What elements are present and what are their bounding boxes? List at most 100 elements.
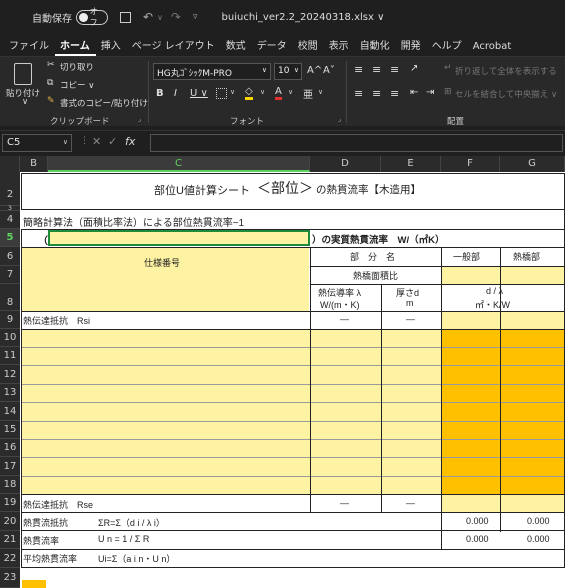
tab-insert[interactable]: 挿入 [96,37,127,56]
row-header[interactable]: 21 [0,531,20,549]
phonetic-icon[interactable]: 亜 [303,86,313,101]
phonetic-dropdown-icon[interactable]: ∨ [318,88,323,96]
merge-center-button[interactable]: セルを結合して中央揃え ∨ [455,88,557,100]
column-header-c[interactable]: C [48,156,310,172]
border-line [21,567,565,568]
fill-color-dropdown-icon[interactable]: ∨ [260,88,265,96]
formula-input[interactable] [150,134,563,152]
name-box[interactable]: C5 ∨ [2,134,72,152]
indent-icon[interactable]: ⇤ [410,87,418,98]
font-color-icon[interactable]: A [275,86,282,100]
file-name[interactable]: buiuchi_ver2.2_20240318.xlsx ∨ [222,12,385,23]
row-header[interactable]: 10 [0,329,20,347]
row-header[interactable]: 11 [0,347,20,365]
wrap-text-button[interactable]: 折り返して全体を表示する [455,65,557,77]
align-top-icon[interactable]: ≡ [354,63,363,76]
column-header-g[interactable]: G [500,156,565,172]
cell-c5[interactable] [48,230,310,246]
insert-function-icon[interactable]: fx [125,135,135,148]
clipboard-launcher-icon[interactable]: ⌟ [138,115,141,123]
row-header[interactable]: 6 [0,247,20,266]
shrink-font-button[interactable]: A˅ [323,65,335,76]
thermal-bridge-label: 熱橋部 [513,252,541,262]
save-icon[interactable] [120,11,131,23]
row-header[interactable]: 4 [0,211,20,229]
row-header[interactable]: 23 [0,568,20,588]
row-header[interactable]: 9 [0,311,20,329]
row-header[interactable]: 22 [0,549,20,568]
orientation-icon[interactable]: ↗ [410,63,418,74]
column-header-f[interactable]: F [441,156,500,172]
spec-number-label: 仕様番号 [144,258,181,268]
row-header[interactable]: 8 [0,284,20,311]
bold-button[interactable]: B [156,88,164,99]
column-header-b[interactable]: B [20,156,48,172]
tab-help[interactable]: ヘルプ [427,37,468,56]
align-right-icon[interactable]: ≡ [390,87,399,100]
enter-icon[interactable]: ✓ [108,135,117,148]
italic-button[interactable]: I [174,88,177,99]
undo-icon[interactable]: ↶ [143,10,153,24]
font-size-select[interactable]: 10 ∨ [274,63,302,80]
tab-data[interactable]: データ [252,37,293,56]
row-header[interactable]: 16 [0,439,20,457]
border-line [21,384,565,385]
outdent-icon[interactable]: ⇥ [426,87,434,98]
align-left-icon[interactable]: ≡ [354,87,363,100]
tab-home[interactable]: ホーム [55,37,96,56]
merge-center-icon[interactable]: ⊞ [444,87,452,97]
border-line [21,476,565,477]
more-options-icon: ⋮ [80,136,89,146]
underline-button[interactable]: U ∨ [190,88,208,99]
column-header-d[interactable]: D [310,156,381,172]
row-header[interactable]: 20 [0,512,20,531]
fill-color-icon[interactable]: ◇ [245,87,253,100]
sheet-title-part: ＜部位＞ [257,180,313,196]
select-all-corner[interactable] [0,156,20,172]
align-middle-icon[interactable]: ≡ [372,63,381,76]
tab-page-layout[interactable]: ページ レイアウト [127,37,221,56]
qat-customize-icon[interactable]: ▿ [193,12,198,22]
row-header[interactable]: 2 [0,172,20,206]
redo-icon[interactable]: ↷ [171,10,181,24]
tab-automate[interactable]: 自動化 [355,37,396,56]
orange-fill-dl [442,329,565,495]
tab-developer[interactable]: 開発 [396,37,427,56]
copy-button[interactable]: コピー ∨ [60,79,94,91]
align-center-icon[interactable]: ≡ [372,87,381,100]
font-color-dropdown-icon[interactable]: ∨ [288,88,293,96]
row-header[interactable]: 18 [0,476,20,494]
font-launcher-icon[interactable]: ⌟ [338,115,341,123]
grow-font-button[interactable]: A^ [307,65,322,76]
font-name-select[interactable]: HG丸ｺﾞｼｯｸM-PRO ∨ [153,63,271,80]
worksheet-grid[interactable]: 部位U値計算シート ＜部位＞ の熱貫流率【木造用】 簡略計算法（面積比率法）によ… [20,172,565,588]
row-header[interactable]: 13 [0,384,20,402]
paste-icon[interactable] [14,63,32,85]
wrap-text-icon[interactable]: ↵ [444,63,452,73]
align-bottom-icon[interactable]: ≡ [390,63,399,76]
autosave-toggle[interactable]: オフ [76,7,108,27]
row-header[interactable]: 19 [0,494,20,512]
title-bar: 自動保存 オフ ↶ ∨ ↷ ▿ buiuchi_ver2.2_20240318.… [0,0,565,34]
row-header[interactable]: 5 [0,229,20,247]
tab-acrobat[interactable]: Acrobat [468,41,518,56]
tab-review[interactable]: 校閲 [293,37,324,56]
cancel-icon[interactable]: ✕ [92,135,101,148]
row-header[interactable]: 7 [0,266,20,284]
border-line [21,173,22,209]
column-header-e[interactable]: E [381,156,441,172]
row-header[interactable]: 12 [0,365,20,384]
autosave-label: 自動保存 [32,13,72,25]
undo-dropdown-icon[interactable]: ∨ [157,13,163,22]
paste-dropdown-icon[interactable]: ∨ [22,97,28,107]
tab-formulas[interactable]: 数式 [221,37,252,56]
format-painter-button[interactable]: 書式のコピー/貼り付け [60,97,148,109]
borders-dropdown-icon[interactable]: ∨ [230,88,235,96]
row-header[interactable]: 17 [0,457,20,476]
row-header[interactable]: 15 [0,421,20,439]
tab-view[interactable]: 表示 [324,37,355,56]
borders-icon[interactable] [216,88,227,99]
cut-button[interactable]: 切り取り [60,61,94,73]
tab-file[interactable]: ファイル [4,37,55,56]
row-header[interactable]: 14 [0,402,20,421]
